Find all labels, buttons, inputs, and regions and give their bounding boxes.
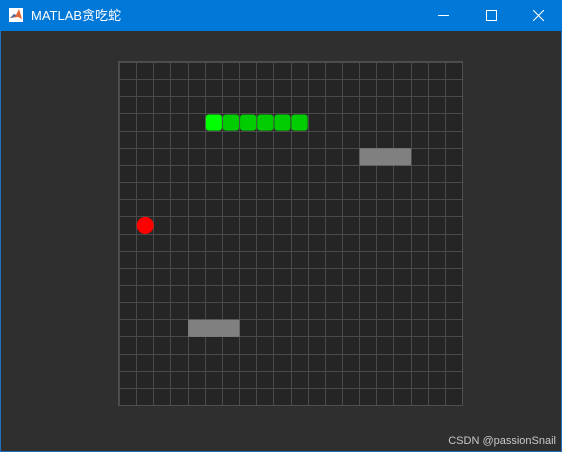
minimize-button[interactable] — [420, 0, 466, 31]
snake-head — [205, 114, 222, 131]
grid-lines — [119, 62, 462, 405]
food — [136, 216, 154, 234]
food-layer — [136, 216, 154, 234]
obstacle — [359, 148, 412, 166]
watermark: CSDN @passionSnail — [448, 435, 556, 447]
game-board[interactable] — [118, 61, 463, 406]
snake-body-segment — [274, 114, 291, 131]
window-title: MATLAB贪吃蛇 — [31, 8, 122, 23]
snake-body-segment — [291, 114, 308, 131]
maximize-button[interactable] — [468, 0, 514, 31]
title-bar[interactable]: MATLAB贪吃蛇 — [0, 0, 562, 31]
minimize-icon — [437, 15, 449, 16]
obstacle — [188, 319, 240, 337]
close-icon — [532, 10, 544, 21]
obstacles — [188, 148, 412, 337]
snake-body-segment — [222, 114, 240, 131]
snake-body-segment — [240, 114, 257, 131]
close-button[interactable] — [515, 0, 561, 31]
matlab-logo-icon — [9, 8, 23, 22]
snake-body-segment — [257, 114, 274, 131]
maximize-icon — [485, 10, 497, 21]
game-board-canvas — [119, 62, 462, 405]
